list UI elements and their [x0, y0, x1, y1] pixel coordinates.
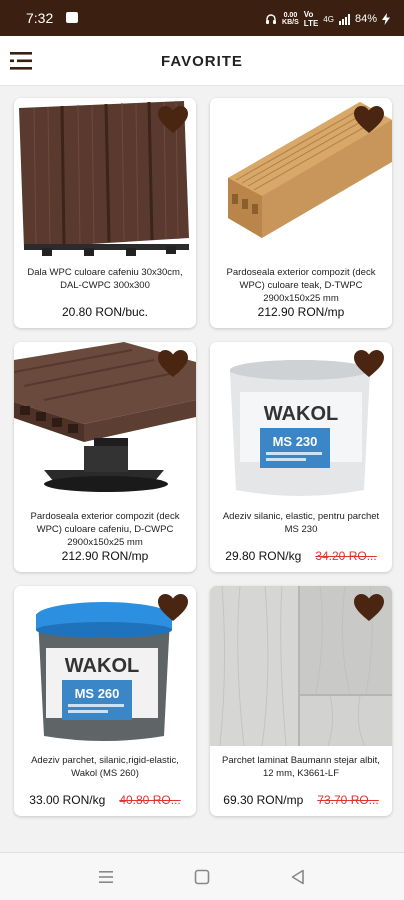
product-card[interactable]: WAKOL MS 260 Adeziv parchet, silanic,rig… [14, 586, 196, 816]
product-card[interactable]: WAKOL MS 230 Adeziv silanic, elastic, pe… [210, 342, 392, 572]
system-nav-bar [0, 852, 404, 900]
status-icons: 0.00 KB/S Vo LTE 4G 84% [265, 10, 390, 28]
product-name: Pardoseala exterior compozit (deck WPC) … [226, 267, 376, 304]
product-card[interactable]: Dala WPC culoare cafeniu 30x30cm, DAL-CW… [14, 98, 196, 328]
net-speed-unit: KB/S [282, 19, 299, 26]
product-code-label: MS 230 [273, 434, 318, 449]
product-price: 69.30 RON/mp [223, 793, 304, 807]
product-card[interactable]: Pardoseala exterior compozit (deck WPC) … [14, 342, 196, 572]
volte-icon: Vo LTE [303, 10, 319, 28]
favorite-heart-icon[interactable] [354, 594, 384, 622]
product-name: Adeziv silanic, elastic, pentru parchet … [222, 511, 380, 535]
battery-level: 84% [354, 13, 377, 25]
signal-icon [338, 13, 350, 25]
product-card[interactable]: Pardoseala exterior compozit (deck WPC) … [210, 98, 392, 328]
status-bar: 7:32 0.00 KB/S Vo LTE 4G 84% [0, 0, 404, 36]
product-prices: 20.80 RON/buc. [18, 305, 192, 319]
product-old-price: 40.80 RO... [119, 793, 181, 807]
product-prices: 29.80 RON/kg 34.20 RO... [214, 549, 388, 563]
favorite-heart-icon[interactable] [158, 350, 188, 378]
net-speed-value: 0.00 [283, 12, 298, 19]
product-old-price: 73.70 RO... [317, 793, 379, 807]
app-header: FAVORITE [0, 36, 404, 86]
product-card[interactable]: Parchet laminat Baumann stejar albit, 12… [210, 586, 392, 816]
product-name: Pardoseala exterior compozit (deck WPC) … [30, 511, 180, 548]
favorite-heart-icon[interactable] [158, 106, 188, 134]
favorite-heart-icon[interactable] [354, 106, 384, 134]
product-prices: 212.90 RON/mp [214, 305, 388, 319]
favorite-heart-icon[interactable] [158, 594, 188, 622]
product-name: Parchet laminat Baumann stejar albit, 12… [222, 755, 380, 779]
product-price: 29.80 RON/kg [225, 549, 302, 563]
brand-label: WAKOL [264, 403, 338, 425]
recents-icon[interactable] [96, 867, 116, 887]
home-icon[interactable] [192, 867, 212, 887]
notification-icon [66, 12, 78, 23]
brand-label: WAKOL [65, 655, 139, 677]
product-name: Adeziv parchet, silanic,rigid-elastic, W… [31, 755, 179, 779]
product-prices: 69.30 RON/mp 73.70 RO... [214, 793, 388, 807]
back-icon[interactable] [288, 867, 308, 887]
page-title: FAVORITE [161, 53, 243, 70]
status-time: 7:32 [26, 10, 54, 26]
product-prices: 212.90 RON/mp [18, 549, 192, 563]
product-old-price: 34.20 RO... [315, 549, 377, 563]
product-price: 33.00 RON/kg [29, 793, 106, 807]
product-name: Dala WPC culoare cafeniu 30x30cm, DAL-CW… [27, 267, 183, 291]
favorite-heart-icon[interactable] [354, 350, 384, 378]
product-price: 212.90 RON/mp [257, 305, 345, 319]
product-price: 20.80 RON/buc. [61, 305, 149, 319]
product-code-label: MS 260 [75, 686, 120, 701]
product-price: 212.90 RON/mp [61, 549, 149, 563]
charging-icon [382, 13, 390, 25]
headset-icon [266, 14, 277, 24]
product-prices: 33.00 RON/kg 40.80 RO... [18, 793, 192, 807]
net-speed: 0.00 KB/S [282, 12, 299, 26]
network-type: 4G [323, 14, 334, 24]
